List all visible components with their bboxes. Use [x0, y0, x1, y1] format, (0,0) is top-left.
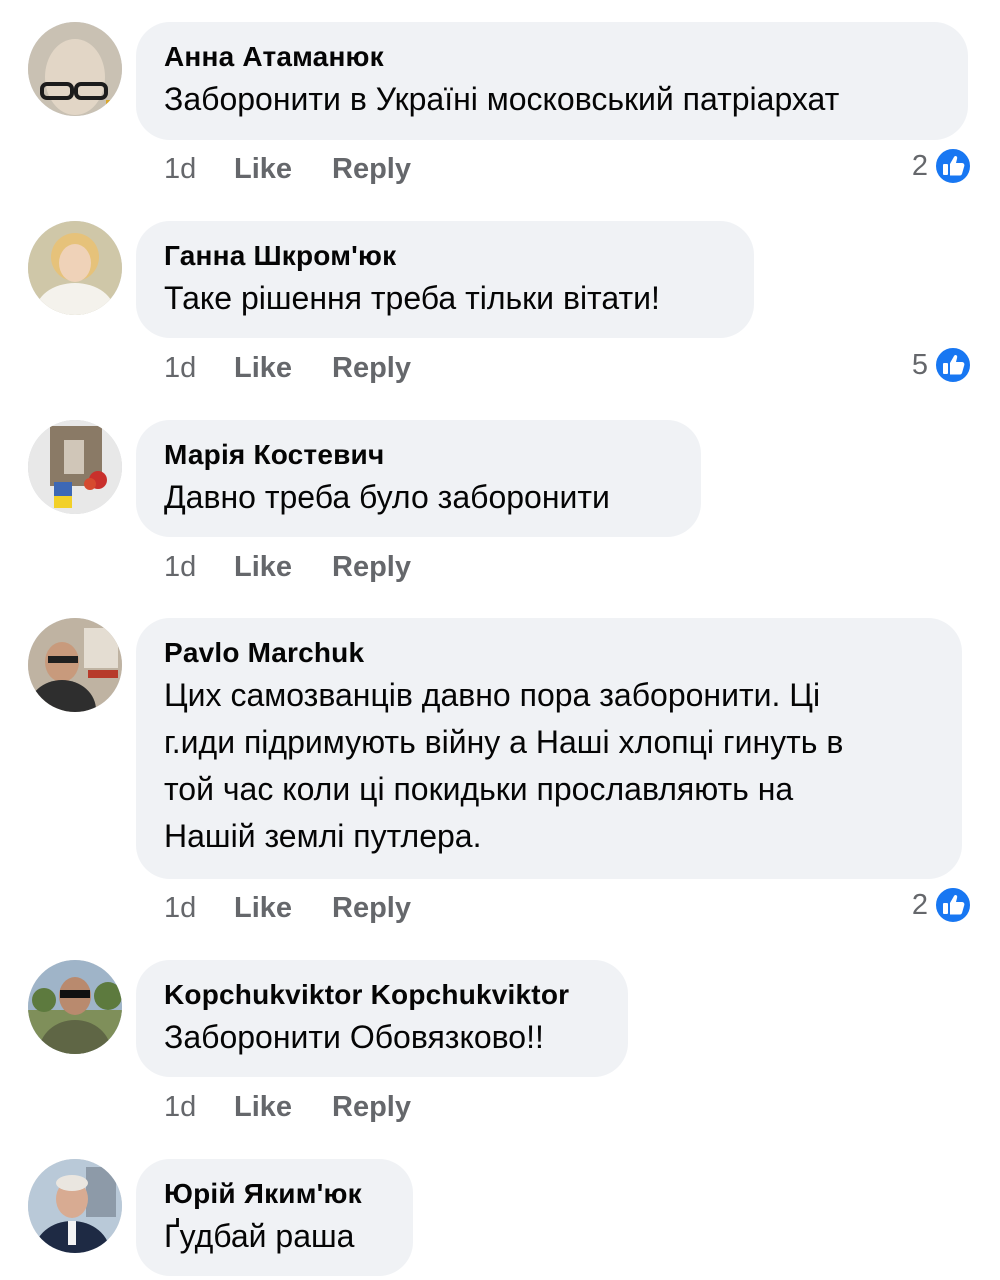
reaction-count: 2	[911, 888, 928, 921]
comment-bubble: Юрій Яким'юк Ґудбай раша	[136, 1159, 413, 1276]
reaction-summary[interactable]: 2	[912, 886, 972, 924]
comment-actions: 1d Like Reply	[164, 1089, 411, 1125]
like-button[interactable]: Like	[234, 151, 332, 187]
avatar[interactable]	[28, 22, 122, 116]
avatar[interactable]	[28, 618, 122, 712]
comment-author[interactable]: Марія Костевич	[164, 437, 673, 473]
comment-bubble: Ганна Шкром'юк Таке рішення треба тільки…	[136, 221, 754, 338]
reaction-summary[interactable]: 5	[912, 346, 972, 384]
avatar[interactable]	[28, 420, 122, 514]
comment-bubble: Kopchukviktor Kopchukviktor Заборонити О…	[136, 960, 628, 1077]
comment-bubble: Pavlo Marchuk Цих самозванців давно пора…	[136, 618, 962, 879]
reply-button[interactable]: Reply	[332, 549, 411, 585]
avatar[interactable]	[28, 960, 122, 1054]
comment-actions: 1d Like Reply	[164, 350, 411, 386]
comment-text-line: Таке рішення треба тільки вітати!	[164, 280, 660, 316]
comment-text: Заборонити в Україні московський патріар…	[164, 76, 940, 123]
comment-text: Заборонити Обовязково!!	[164, 1014, 600, 1061]
comment-time[interactable]: 1d	[164, 1089, 234, 1125]
comment-text-line: Нашій землі путлера.	[164, 818, 482, 854]
like-thumbs-up-icon	[934, 886, 972, 924]
reply-button[interactable]: Reply	[332, 1089, 411, 1125]
comment-actions: 1d Like Reply	[164, 549, 411, 585]
reply-button[interactable]: Reply	[332, 151, 411, 187]
comment-text: Цих самозванців давно пора заборонити. Ц…	[164, 672, 934, 860]
comment-text-line: Цих самозванців давно пора заборонити. Ц…	[164, 677, 821, 713]
comment-text-line: Ґудбай раша	[164, 1218, 355, 1254]
comment-text-line: той час коли ці покидьки прославляють на	[164, 771, 794, 807]
comment-time[interactable]: 1d	[164, 151, 234, 187]
like-thumbs-up-icon	[934, 147, 972, 185]
comment-text: Давно треба було заборонити	[164, 474, 673, 521]
comment-author[interactable]: Анна Атаманюк	[164, 39, 940, 75]
like-button[interactable]: Like	[234, 350, 332, 386]
comment-text: Таке рішення треба тільки вітати!	[164, 275, 726, 322]
comment-time[interactable]: 1d	[164, 549, 234, 585]
comment-author[interactable]: Юрій Яким'юк	[164, 1176, 385, 1212]
like-button[interactable]: Like	[234, 1089, 332, 1125]
comment-text-line: Заборонити Обовязково!!	[164, 1019, 544, 1055]
avatar[interactable]	[28, 221, 122, 315]
comment-bubble: Анна Атаманюк Заборонити в Україні моско…	[136, 22, 968, 140]
comment-author[interactable]: Kopchukviktor Kopchukviktor	[164, 977, 600, 1013]
comment-text: Ґудбай раша	[164, 1213, 385, 1260]
comment-bubble: Марія Костевич Давно треба було заборони…	[136, 420, 701, 537]
comment-author[interactable]: Ганна Шкром'юк	[164, 238, 726, 274]
comment-text-line: Давно треба було заборонити	[164, 479, 610, 515]
comment-time[interactable]: 1d	[164, 890, 234, 926]
reaction-count: 2	[911, 149, 928, 182]
comment-text-line: Заборонити в Україні московський патріар…	[164, 81, 840, 117]
comment-actions: 1d Like Reply	[164, 151, 411, 187]
like-button[interactable]: Like	[234, 890, 332, 926]
comment-text-line: г.иди підримують війну а Наші хлопці гин…	[164, 724, 844, 760]
like-button[interactable]: Like	[234, 549, 332, 585]
comment-author[interactable]: Pavlo Marchuk	[164, 635, 934, 671]
reaction-summary[interactable]: 2	[912, 147, 972, 185]
like-thumbs-up-icon	[934, 346, 972, 384]
reply-button[interactable]: Reply	[332, 890, 411, 926]
avatar[interactable]	[28, 1159, 122, 1253]
reaction-count: 5	[911, 348, 928, 381]
reply-button[interactable]: Reply	[332, 350, 411, 386]
comment-actions: 1d Like Reply	[164, 890, 411, 926]
comment-time[interactable]: 1d	[164, 350, 234, 386]
